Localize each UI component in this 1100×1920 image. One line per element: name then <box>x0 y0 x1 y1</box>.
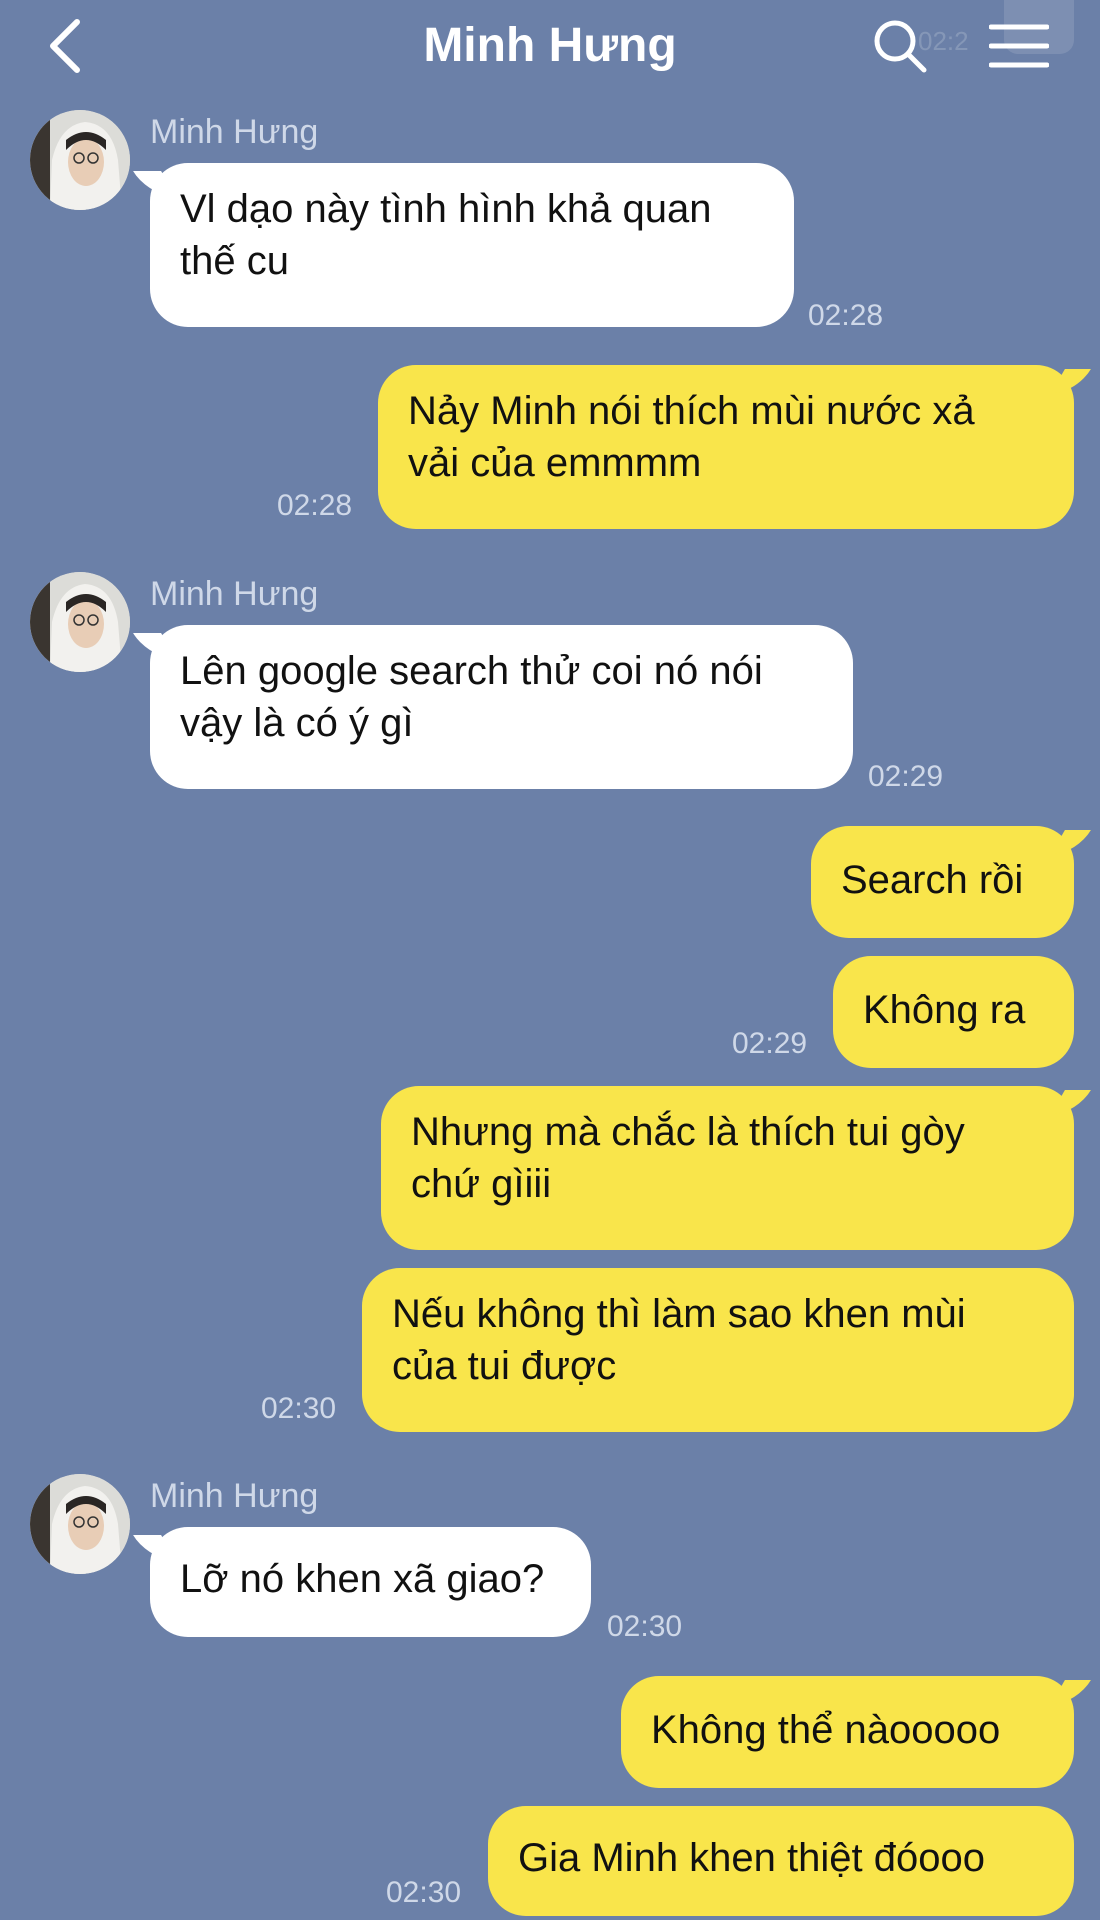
message-bubble-outgoing[interactable]: Không ra <box>833 956 1074 1068</box>
contact-avatar[interactable] <box>30 110 130 210</box>
menu-button[interactable] <box>984 14 1054 78</box>
ghost-time-text: 02:2 <box>918 26 969 56</box>
avatar-image <box>30 110 130 210</box>
message-timestamp: 02:29 <box>868 760 944 793</box>
hamburger-menu-icon <box>989 24 1049 68</box>
message-bubble-incoming[interactable]: Lên google search thử coi nó nói vậy là … <box>150 625 853 789</box>
sender-name: Minh Hưng <box>150 113 319 151</box>
chat-header: Minh Hưng 02:2 <box>0 0 1100 95</box>
message-timestamp: 02:30 <box>261 1392 337 1425</box>
sender-name: Minh Hưng <box>150 575 319 613</box>
message-bubble-outgoing[interactable]: Nảy Minh nói thích mùi nước xả vải của e… <box>378 365 1074 529</box>
avatar-image <box>30 572 130 672</box>
message-bubble-outgoing[interactable]: Search rồi <box>811 826 1074 938</box>
message-bubble-outgoing[interactable]: Không thể nàooooo <box>621 1676 1074 1788</box>
message-bubble-outgoing[interactable]: Nhưng mà chắc là thích tui gòy chứ gìiii <box>381 1086 1074 1250</box>
contact-avatar[interactable] <box>30 1474 130 1574</box>
message-timestamp: 02:30 <box>607 1610 683 1643</box>
sender-name: Minh Hưng <box>150 1477 319 1515</box>
avatar-image <box>30 1474 130 1574</box>
message-timestamp: 02:28 <box>277 489 353 522</box>
message-timestamp: 02:29 <box>732 1027 808 1060</box>
message-bubble-outgoing[interactable]: Gia Minh khen thiệt đóooo <box>488 1806 1074 1916</box>
message-bubble-outgoing[interactable]: Nếu không thì làm sao khen mùi của tui đ… <box>362 1268 1074 1432</box>
message-timestamp: 02:28 <box>808 299 884 332</box>
contact-avatar[interactable] <box>30 572 130 672</box>
message-bubble-incoming[interactable]: Lỡ nó khen xã giao? <box>150 1527 591 1637</box>
message-timestamp: 02:30 <box>386 1876 462 1909</box>
message-bubble-incoming[interactable]: Vl dạo này tình hình khả quan thế cu <box>150 163 794 327</box>
